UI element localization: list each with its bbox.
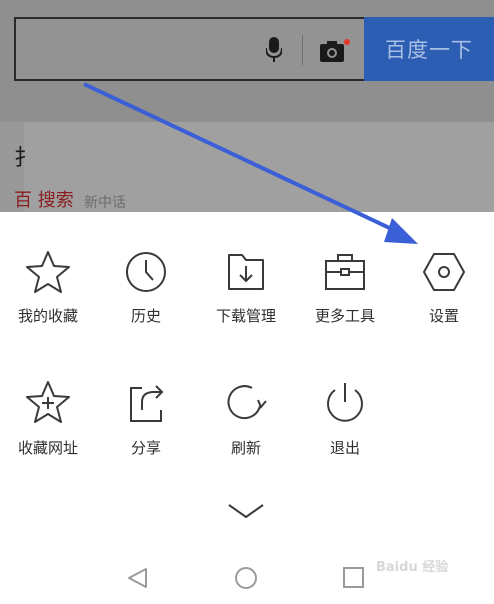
share-icon <box>130 385 164 422</box>
menu-item-label: 下载管理 <box>215 307 276 325</box>
toolbox-icon <box>325 254 365 290</box>
menu-item-more-tools[interactable]: 更多工具 <box>297 250 393 326</box>
power-icon <box>327 383 363 422</box>
menu-item-label: 刷新 <box>230 439 261 457</box>
behind-text: 百 搜索 <box>14 190 74 211</box>
star-icon <box>26 251 70 293</box>
clock-icon <box>126 252 166 292</box>
nav-back-button[interactable] <box>126 566 150 594</box>
star-plus-icon <box>26 381 70 423</box>
refresh-icon <box>227 385 267 420</box>
chevron-down-icon <box>228 504 264 519</box>
menu-item-favorites[interactable]: 我的收藏 <box>0 250 96 326</box>
menu-item-share[interactable]: 分享 <box>98 380 194 458</box>
menu-item-settings[interactable]: 设置 <box>396 250 492 326</box>
menu-item-refresh[interactable]: 刷新 <box>198 380 294 458</box>
collapse-menu-button[interactable] <box>226 502 266 524</box>
back-triangle-icon <box>128 568 147 588</box>
nav-recents-button[interactable] <box>342 566 366 594</box>
recents-square-icon <box>343 567 364 588</box>
watermark: Baidu 经验 <box>376 560 449 575</box>
menu-item-label: 退出 <box>329 439 360 457</box>
menu-item-label: 我的收藏 <box>17 307 78 325</box>
menu-item-history[interactable]: 历史 <box>98 250 194 326</box>
search-input[interactable] <box>14 17 364 81</box>
menu-item-downloads[interactable]: 下载管理 <box>198 250 294 326</box>
menu-item-label: 收藏网址 <box>17 439 78 457</box>
nav-home-button[interactable] <box>233 566 259 596</box>
browser-menu-panel: 我的收藏 历史 下载管理 更多工具 设置 收藏网址 分享 刷新 退出 Baidu… <box>0 212 494 604</box>
home-circle-icon <box>235 567 257 589</box>
menu-item-label: 历史 <box>130 307 161 325</box>
microphone-icon[interactable] <box>265 37 283 67</box>
behind-text: 扌 <box>14 146 37 171</box>
menu-item-label: 设置 <box>428 307 459 325</box>
camera-icon[interactable] <box>320 39 350 67</box>
search-divider <box>302 35 303 65</box>
settings-hexagon-icon <box>423 253 465 291</box>
menu-item-label: 分享 <box>130 439 161 457</box>
search-button[interactable]: 百度一下 <box>364 17 494 81</box>
menu-item-exit[interactable]: 退出 <box>297 380 393 458</box>
menu-item-label: 更多工具 <box>314 307 375 325</box>
content-card-behind <box>0 122 494 212</box>
menu-item-bookmark-site[interactable]: 收藏网址 <box>0 380 96 458</box>
download-folder-icon <box>228 254 264 290</box>
behind-text: 新中话 <box>84 195 126 211</box>
